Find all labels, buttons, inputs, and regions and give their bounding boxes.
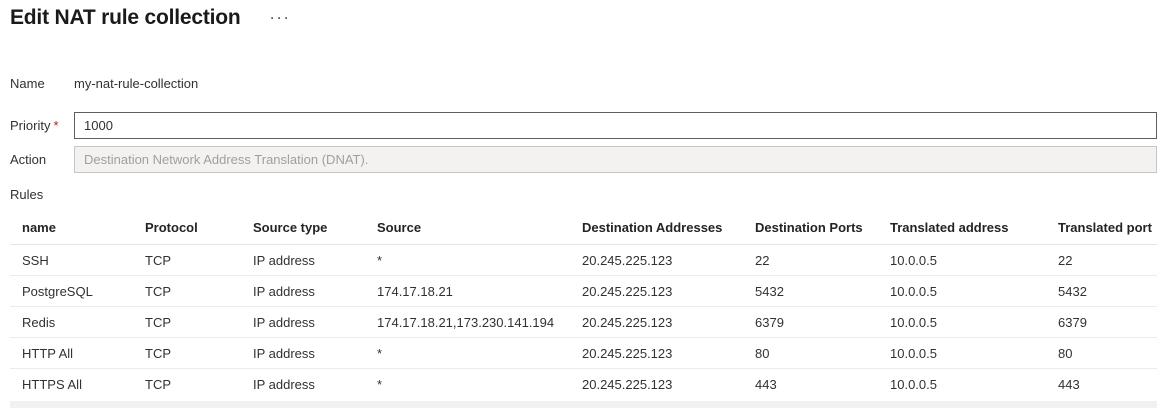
table-cell: 5432 <box>1046 276 1157 307</box>
table-cell: IP address <box>241 369 365 400</box>
table-row[interactable]: PostgreSQLTCPIP address174.17.18.2120.24… <box>10 276 1157 307</box>
name-label: Name <box>10 76 74 91</box>
priority-input[interactable] <box>74 112 1157 139</box>
rules-table-body: SSHTCPIP address*20.245.225.1232210.0.0.… <box>10 245 1157 400</box>
more-options-icon[interactable]: ··· <box>267 10 296 26</box>
table-cell: TCP <box>133 338 241 369</box>
table-cell: 6379 <box>1046 307 1157 338</box>
name-value: my-nat-rule-collection <box>74 76 198 91</box>
table-cell: 20.245.225.123 <box>570 276 743 307</box>
table-cell: 20.245.225.123 <box>570 245 743 276</box>
table-cell: Redis <box>10 307 133 338</box>
name-field-row: Name my-nat-rule-collection <box>10 76 1157 91</box>
rules-table-header-row: nameProtocolSource typeSourceDestination… <box>10 214 1157 245</box>
table-cell: 5432 <box>743 276 878 307</box>
table-cell: * <box>365 338 570 369</box>
table-cell: 174.17.18.21,173.230.141.194 <box>365 307 570 338</box>
table-cell: SSH <box>10 245 133 276</box>
column-header: Destination Ports <box>743 214 878 245</box>
table-cell: PostgreSQL <box>10 276 133 307</box>
table-cell: 80 <box>1046 338 1157 369</box>
table-cell: HTTPS All <box>10 369 133 400</box>
table-cell: TCP <box>133 245 241 276</box>
table-cell: IP address <box>241 245 365 276</box>
rules-table: nameProtocolSource typeSourceDestination… <box>10 214 1157 400</box>
action-field-row: Action <box>10 146 1157 173</box>
rules-section-label: Rules <box>10 187 1157 202</box>
table-cell: TCP <box>133 276 241 307</box>
table-row[interactable]: HTTPS AllTCPIP address*20.245.225.123443… <box>10 369 1157 400</box>
table-row[interactable]: HTTP AllTCPIP address*20.245.225.1238010… <box>10 338 1157 369</box>
table-row[interactable]: RedisTCPIP address174.17.18.21,173.230.1… <box>10 307 1157 338</box>
table-cell: 20.245.225.123 <box>570 307 743 338</box>
table-cell: IP address <box>241 338 365 369</box>
table-cell: 22 <box>743 245 878 276</box>
column-header: Protocol <box>133 214 241 245</box>
blade-header: Edit NAT rule collection ··· <box>10 6 1157 30</box>
table-cell: 10.0.0.5 <box>878 276 1046 307</box>
page-title: Edit NAT rule collection <box>10 6 241 30</box>
table-cell: TCP <box>133 369 241 400</box>
table-cell: IP address <box>241 307 365 338</box>
table-cell: 20.245.225.123 <box>570 369 743 400</box>
action-label: Action <box>10 152 74 167</box>
priority-field-row: Priority* <box>10 112 1157 139</box>
priority-label: Priority* <box>10 118 74 133</box>
column-header: Destination Addresses <box>570 214 743 245</box>
nat-collection-form: Name my-nat-rule-collection Priority* Ac… <box>10 76 1157 408</box>
table-cell: 80 <box>743 338 878 369</box>
table-cell: 22 <box>1046 245 1157 276</box>
table-cell: 10.0.0.5 <box>878 245 1046 276</box>
table-cell: 174.17.18.21 <box>365 276 570 307</box>
edit-nat-rule-collection-blade: Edit NAT rule collection ··· Name my-nat… <box>0 0 1158 408</box>
table-row[interactable]: SSHTCPIP address*20.245.225.1232210.0.0.… <box>10 245 1157 276</box>
table-cell: 20.245.225.123 <box>570 338 743 369</box>
table-cell: 6379 <box>743 307 878 338</box>
column-header: name <box>10 214 133 245</box>
table-cell: * <box>365 245 570 276</box>
table-cell: 10.0.0.5 <box>878 338 1046 369</box>
column-header: Translated port <box>1046 214 1157 245</box>
column-header: Translated address <box>878 214 1046 245</box>
table-cell: 10.0.0.5 <box>878 369 1046 400</box>
required-asterisk: * <box>53 118 58 133</box>
table-cell: * <box>365 369 570 400</box>
table-cell: TCP <box>133 307 241 338</box>
table-cell: HTTP All <box>10 338 133 369</box>
table-cell: 10.0.0.5 <box>878 307 1046 338</box>
column-header: Source <box>365 214 570 245</box>
action-input <box>74 146 1157 173</box>
horizontal-scrollbar-track[interactable] <box>10 401 1157 408</box>
table-cell: 443 <box>743 369 878 400</box>
table-cell: IP address <box>241 276 365 307</box>
table-cell: 443 <box>1046 369 1157 400</box>
column-header: Source type <box>241 214 365 245</box>
